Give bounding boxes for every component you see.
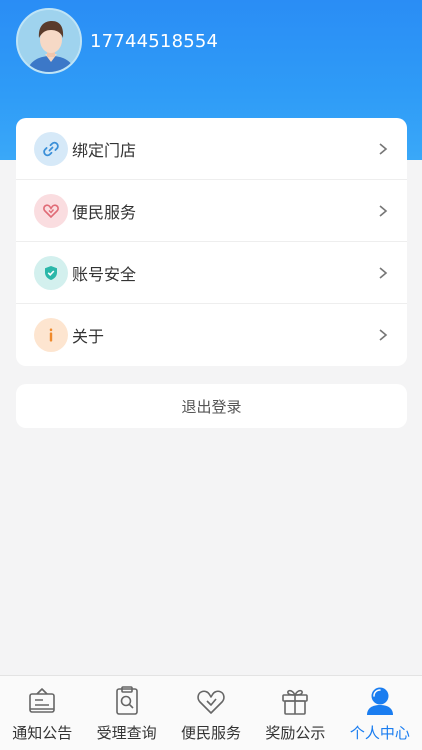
menu-item-convenience-services[interactable]: 便民服务 [16, 180, 407, 242]
menu-item-bind-store[interactable]: 绑定门店 [16, 118, 407, 180]
chevron-right-icon [379, 142, 388, 155]
menu-item-about[interactable]: 关于 [16, 304, 407, 366]
notice-board-icon [29, 688, 56, 713]
chevron-right-icon [379, 329, 388, 341]
logout-button[interactable]: 退出登录 [16, 384, 407, 428]
menu-item-label: 绑定门店 [72, 140, 137, 160]
profile-header: 17744518554 [16, 8, 218, 74]
phone-number: 17744518554 [90, 30, 219, 52]
tab-rewards[interactable]: 奖励公示 [253, 676, 337, 750]
tab-label: 通知公告 [12, 724, 73, 742]
bottom-tab-bar: 通知公告 受理查询 便民服务 奖励公示 个人中心 [0, 675, 422, 750]
tab-label: 奖励公示 [265, 724, 326, 742]
tab-notices[interactable]: 通知公告 [0, 676, 84, 750]
avatar-illustration [18, 10, 80, 72]
menu-item-label: 便民服务 [72, 202, 137, 222]
heart-icon [34, 193, 68, 228]
menu-item-label: 账号安全 [72, 264, 137, 284]
tab-label: 个人中心 [349, 724, 410, 742]
info-icon [34, 318, 68, 352]
menu-item-label: 关于 [72, 327, 105, 346]
gift-icon [282, 689, 309, 715]
link-icon [34, 131, 68, 166]
shield-icon [34, 255, 68, 290]
heart-icon [197, 690, 225, 714]
tab-personal-center[interactable]: 个人中心 [338, 676, 422, 750]
tab-convenience[interactable]: 便民服务 [169, 676, 253, 750]
tab-label: 便民服务 [181, 724, 242, 742]
clipboard-search-icon [115, 686, 138, 715]
tab-label: 受理查询 [96, 724, 157, 742]
tab-inquiry[interactable]: 受理查询 [84, 676, 168, 750]
chevron-right-icon [379, 266, 388, 279]
avatar[interactable] [16, 8, 82, 74]
chevron-right-icon [379, 204, 388, 217]
person-icon [366, 687, 393, 715]
menu-card: 绑定门店 便民服务 账号安全 关于 [16, 118, 407, 366]
menu-item-account-security[interactable]: 账号安全 [16, 242, 407, 304]
